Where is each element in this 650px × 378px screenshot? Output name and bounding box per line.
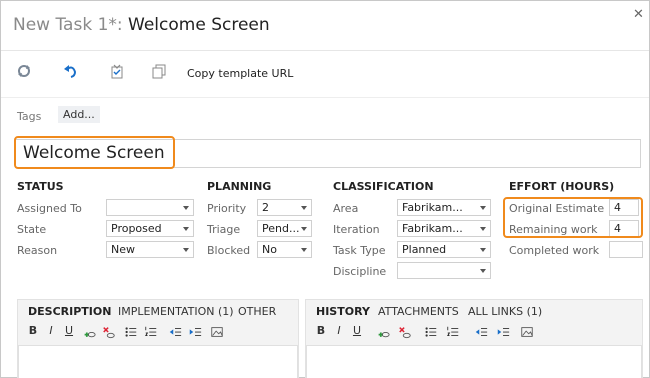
state-select[interactable]: Proposed bbox=[106, 220, 194, 237]
area-select[interactable]: Fabrikam... bbox=[397, 199, 491, 216]
priority-value: 2 bbox=[262, 201, 269, 214]
chevron-down-icon bbox=[301, 206, 307, 210]
reason-value: New bbox=[111, 243, 135, 256]
add-tag-button[interactable]: Add... bbox=[58, 106, 100, 123]
tags-label: Tags bbox=[17, 110, 42, 123]
effort-highlight bbox=[503, 197, 643, 238]
area-label: Area bbox=[333, 202, 359, 215]
numbered-list-icon[interactable] bbox=[446, 324, 460, 340]
title-highlight bbox=[14, 136, 175, 169]
blocked-value: No bbox=[262, 243, 277, 256]
chevron-down-icon bbox=[480, 206, 486, 210]
triage-label: Triage bbox=[207, 223, 241, 236]
underline-button[interactable]: U bbox=[62, 324, 76, 340]
task-type-label: Task Type bbox=[333, 244, 386, 257]
undo-icon[interactable] bbox=[63, 63, 79, 79]
tab-history[interactable]: HISTORY bbox=[316, 305, 370, 318]
reason-label: Reason bbox=[17, 244, 58, 257]
increase-indent-icon[interactable] bbox=[188, 324, 202, 340]
assigned-to-select[interactable] bbox=[106, 199, 194, 216]
chevron-down-icon bbox=[301, 248, 307, 252]
chevron-down-icon bbox=[183, 206, 189, 210]
reason-select[interactable]: New bbox=[106, 241, 194, 258]
tab-implementation[interactable]: IMPLEMENTATION (1) bbox=[118, 305, 234, 318]
tab-description[interactable]: DESCRIPTION bbox=[28, 305, 111, 318]
chevron-down-icon bbox=[301, 227, 307, 231]
area-value: Fabrikam... bbox=[402, 201, 463, 214]
state-value: Proposed bbox=[111, 222, 162, 235]
effort-header: EFFORT (HOURS) bbox=[509, 180, 615, 193]
underline-button[interactable]: U bbox=[350, 324, 364, 340]
italic-button[interactable]: I bbox=[332, 324, 346, 340]
priority-label: Priority bbox=[207, 202, 247, 215]
left-panel: DESCRIPTION IMPLEMENTATION (1) OTHER B I… bbox=[17, 299, 299, 378]
add-link-icon[interactable] bbox=[82, 324, 96, 340]
decrease-indent-icon[interactable] bbox=[168, 324, 182, 340]
description-editor-toolbar: B I U bbox=[26, 324, 292, 342]
remove-link-icon[interactable] bbox=[102, 324, 116, 340]
copy-template-url-button[interactable]: Copy template URL bbox=[187, 67, 293, 80]
bulleted-list-icon[interactable] bbox=[124, 324, 138, 340]
title-prefix: New Task 1*: bbox=[13, 15, 129, 35]
blocked-label: Blocked bbox=[207, 244, 251, 257]
chevron-down-icon bbox=[480, 227, 486, 231]
decrease-indent-icon[interactable] bbox=[474, 324, 488, 340]
copy-icon[interactable] bbox=[151, 63, 167, 79]
toolbar: Copy template URL bbox=[1, 53, 649, 93]
assigned-to-label: Assigned To bbox=[17, 202, 82, 215]
tags-row: Tags Add... bbox=[1, 97, 649, 133]
refresh-icon[interactable] bbox=[16, 63, 32, 79]
discipline-label: Discipline bbox=[333, 265, 387, 278]
iteration-select[interactable]: Fabrikam... bbox=[397, 220, 491, 237]
close-icon[interactable]: ✕ bbox=[633, 7, 644, 22]
chevron-down-icon bbox=[183, 248, 189, 252]
tab-all-links[interactable]: ALL LINKS (1) bbox=[468, 305, 542, 318]
chevron-down-icon bbox=[183, 227, 189, 231]
revert-icon[interactable] bbox=[109, 63, 125, 79]
discipline-select[interactable] bbox=[397, 262, 491, 279]
classification-header: CLASSIFICATION bbox=[333, 180, 434, 193]
status-header: STATUS bbox=[17, 180, 64, 193]
dialog-title: New Task 1*: Welcome Screen bbox=[13, 15, 270, 35]
bulleted-list-icon[interactable] bbox=[424, 324, 438, 340]
insert-image-icon[interactable] bbox=[520, 324, 534, 340]
task-type-value: Planned bbox=[402, 243, 447, 256]
description-editor[interactable] bbox=[18, 345, 298, 378]
bold-button[interactable]: B bbox=[26, 324, 40, 340]
priority-select[interactable]: 2 bbox=[257, 199, 312, 216]
add-link-icon[interactable] bbox=[376, 324, 390, 340]
chevron-down-icon bbox=[480, 248, 486, 252]
insert-image-icon[interactable] bbox=[210, 324, 224, 340]
tab-attachments[interactable]: ATTACHMENTS bbox=[378, 305, 459, 318]
state-label: State bbox=[17, 223, 47, 236]
increase-indent-icon[interactable] bbox=[496, 324, 510, 340]
chevron-down-icon bbox=[480, 269, 486, 273]
iteration-value: Fabrikam... bbox=[402, 222, 463, 235]
history-editor[interactable] bbox=[306, 345, 642, 378]
planning-header: PLANNING bbox=[207, 180, 272, 193]
completed-work-input[interactable] bbox=[609, 241, 643, 258]
iteration-label: Iteration bbox=[333, 223, 380, 236]
history-editor-toolbar: B I U bbox=[314, 324, 634, 342]
blocked-select[interactable]: No bbox=[257, 241, 312, 258]
remove-link-icon[interactable] bbox=[398, 324, 412, 340]
title-name: Welcome Screen bbox=[128, 15, 270, 35]
task-type-select[interactable]: Planned bbox=[397, 241, 491, 258]
completed-work-label: Completed work bbox=[509, 244, 600, 257]
work-item-dialog: New Task 1*: Welcome Screen ✕ Copy templ… bbox=[0, 0, 650, 378]
numbered-list-icon[interactable] bbox=[144, 324, 158, 340]
bold-button[interactable]: B bbox=[314, 324, 328, 340]
right-panel: HISTORY ATTACHMENTS ALL LINKS (1) B I U bbox=[305, 299, 643, 378]
triage-select[interactable]: Pend... bbox=[257, 220, 312, 237]
triage-value: Pend... bbox=[262, 222, 300, 235]
title-bar: New Task 1*: Welcome Screen ✕ bbox=[1, 1, 649, 51]
italic-button[interactable]: I bbox=[44, 324, 58, 340]
tab-other[interactable]: OTHER bbox=[238, 305, 276, 318]
